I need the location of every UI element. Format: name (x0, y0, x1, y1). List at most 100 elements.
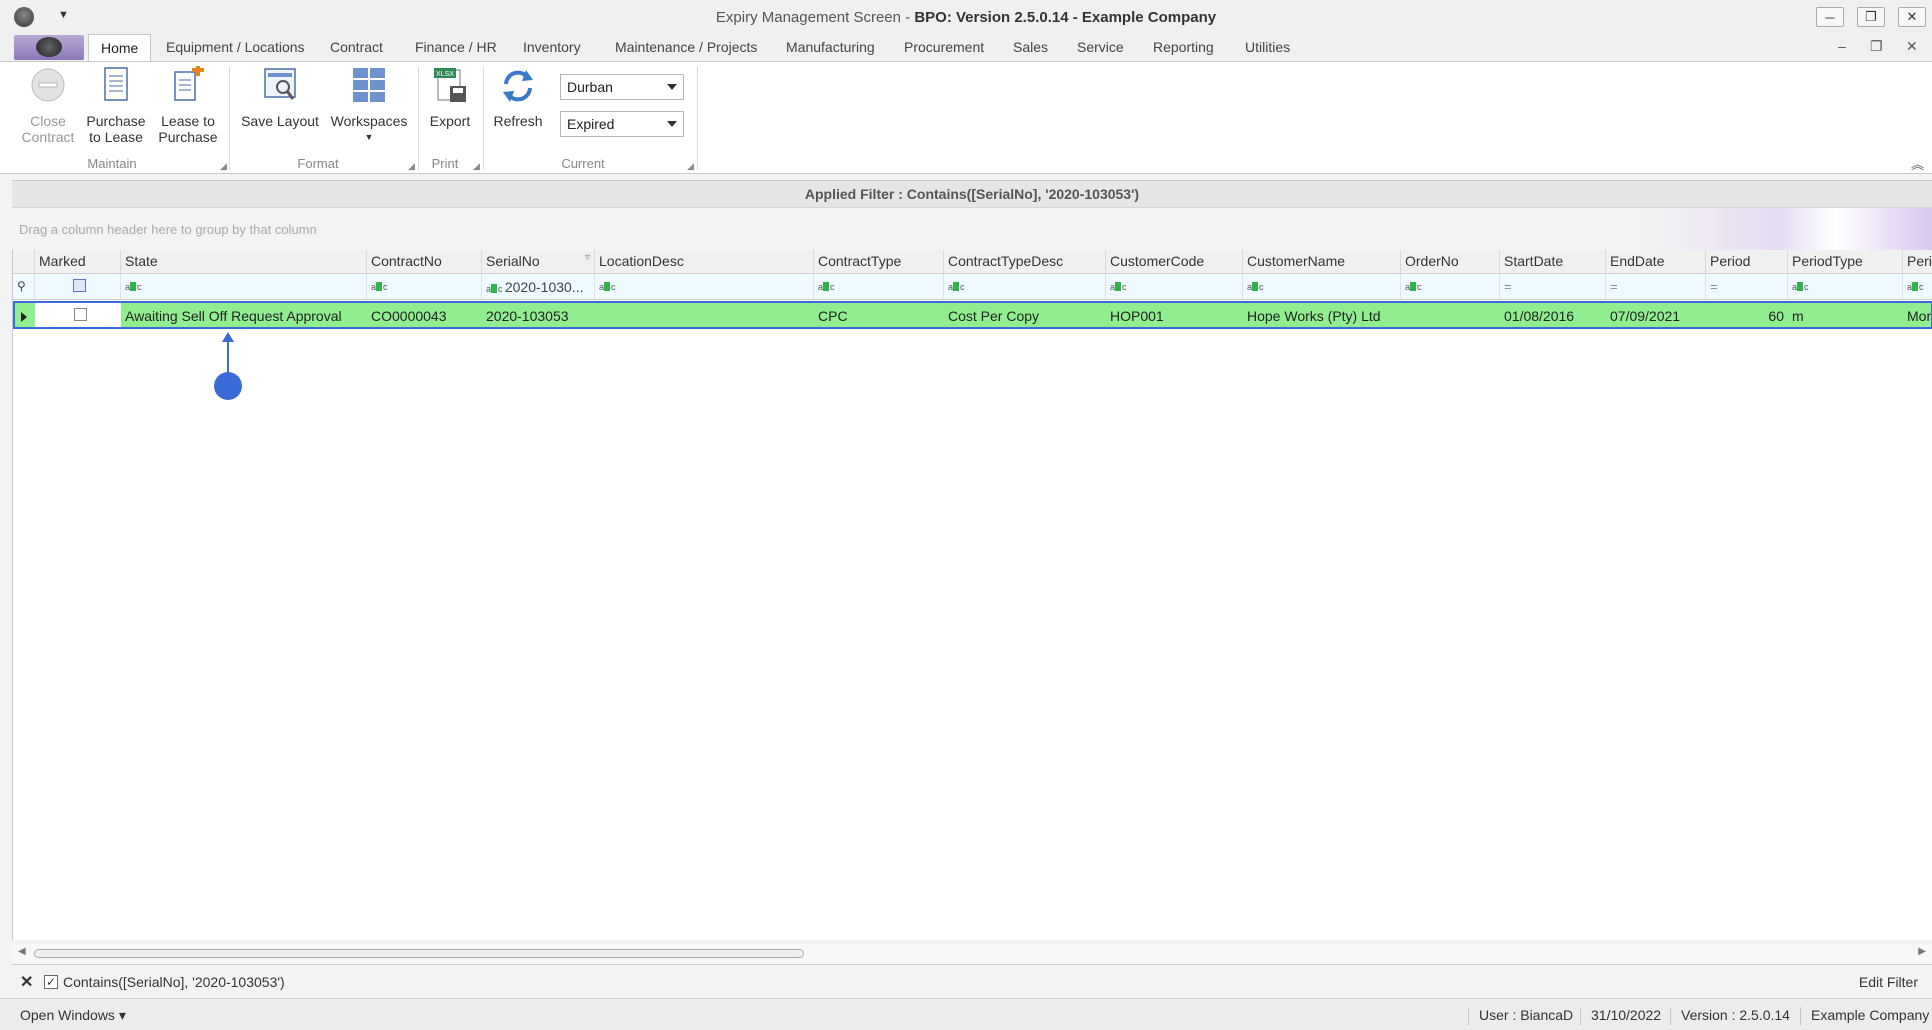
contracttype-filter-cell[interactable]: ac (814, 274, 944, 299)
equals-filter-icon: = (1610, 279, 1618, 294)
close-contract-button[interactable]: Close Contract (20, 66, 76, 145)
column-header-contractno[interactable]: ContractNo (367, 250, 482, 273)
column-header-contracttypedesc[interactable]: ContractTypeDesc (944, 250, 1106, 273)
customername-cell[interactable]: Hope Works (Pty) Ltd (1243, 303, 1401, 327)
tab-procurement[interactable]: Procurement (904, 39, 984, 55)
column-header-customercode[interactable]: CustomerCode (1106, 250, 1243, 273)
lease-to-purchase-button[interactable]: Lease to Purchase (156, 64, 220, 145)
marked-filter-cell[interactable] (35, 274, 121, 299)
tab-sales[interactable]: Sales (1013, 39, 1048, 55)
column-header-periodtype[interactable]: PeriodType (1788, 250, 1903, 273)
scroll-right-icon[interactable]: ▶ (1918, 946, 1926, 957)
contracttypedesc-cell[interactable]: Cost Per Copy (944, 303, 1106, 327)
mdi-minimize-button[interactable]: – (1838, 38, 1846, 54)
horizontal-scrollbar[interactable]: ◀ ▶ (12, 944, 1932, 962)
refresh-button[interactable]: Refresh (490, 66, 546, 129)
contractno-cell[interactable]: CO0000043 (367, 303, 482, 327)
maintain-launcher-icon[interactable]: ◢ (220, 161, 227, 172)
periodtype-cell[interactable]: m (1788, 303, 1903, 327)
collapse-ribbon-icon[interactable]: ︽ (1911, 154, 1924, 173)
filter-icon[interactable]: ▿ (585, 252, 590, 263)
marked-filter-checkbox[interactable] (73, 279, 86, 292)
column-header-startdate[interactable]: StartDate (1500, 250, 1606, 273)
export-button[interactable]: XLSX Export (424, 66, 476, 129)
locationdesc-filter-cell[interactable]: ac (595, 274, 814, 299)
period-cell[interactable]: 60 (1706, 303, 1788, 327)
enddate-cell[interactable]: 07/09/2021 (1606, 303, 1706, 327)
column-header-marked[interactable]: Marked (35, 250, 121, 273)
periodtype-filter-cell[interactable]: ac (1788, 274, 1903, 299)
open-windows-dropdown[interactable]: Open Windows ▾ (20, 1007, 126, 1024)
save-layout-button[interactable]: Save Layout (238, 66, 322, 129)
scroll-left-icon[interactable]: ◀ (18, 946, 26, 957)
group-by-panel[interactable]: Drag a column header here to group by th… (12, 208, 1932, 250)
clear-filter-icon[interactable]: ✕ (20, 972, 33, 992)
current-launcher-icon[interactable]: ◢ (687, 161, 694, 172)
column-header-enddate[interactable]: EndDate (1606, 250, 1706, 273)
tab-manufacturing[interactable]: Manufacturing (786, 39, 875, 55)
tab-contract[interactable]: Contract (330, 39, 383, 55)
marked-checkbox[interactable] (73, 308, 87, 321)
tab-reporting[interactable]: Reporting (1153, 39, 1214, 55)
startdate-cell[interactable]: 01/08/2016 (1500, 303, 1606, 327)
pointer-dot (214, 372, 242, 400)
location-dropdown[interactable]: Durban (560, 74, 684, 100)
purchase-to-lease-button[interactable]: Purchase to Lease (86, 66, 146, 145)
period-extra-filter-cell[interactable]: ac (1903, 274, 1932, 299)
group-label-print: Print (431, 156, 459, 171)
contracttypedesc-filter-cell[interactable]: ac (944, 274, 1106, 299)
filter-expression-link[interactable]: Contains([SerialNo], '2020-103053') (63, 974, 285, 990)
orderno-cell[interactable] (1401, 303, 1500, 327)
column-header-contracttype[interactable]: ContractType (814, 250, 944, 273)
serialno-filter-cell[interactable]: ac 2020-1030... (482, 274, 595, 299)
customercode-filter-cell[interactable]: ac (1106, 274, 1243, 299)
purchase-to-lease-label: Purchase to Lease (86, 113, 146, 145)
serialno-cell[interactable]: 2020-103053 (482, 303, 595, 327)
table-row[interactable]: Awaiting Sell Off Request Approval CO000… (13, 301, 1932, 329)
marked-cell[interactable] (35, 303, 121, 327)
period-extra-cell[interactable]: Mon (1903, 303, 1931, 327)
mdi-close-button[interactable]: ✕ (1906, 38, 1918, 55)
tab-utilities[interactable]: Utilities (1245, 39, 1290, 55)
close-button[interactable]: ✕ (1898, 7, 1926, 27)
contractno-filter-cell[interactable]: ac (367, 274, 482, 299)
column-header-period-extra[interactable]: Peri (1903, 250, 1932, 273)
tab-equipment-locations[interactable]: Equipment / Locations (166, 39, 305, 55)
tab-maintenance-projects[interactable]: Maintenance / Projects (615, 39, 757, 55)
restore-button[interactable]: ❐ (1857, 7, 1885, 27)
export-xlsx-icon: XLSX (434, 68, 466, 102)
column-header-locationdesc[interactable]: LocationDesc (595, 250, 814, 273)
group-label-current: Current (561, 156, 605, 171)
application-menu-button[interactable] (14, 35, 84, 60)
status-dropdown[interactable]: Expired (560, 111, 684, 137)
tab-service[interactable]: Service (1077, 39, 1124, 55)
enddate-filter-cell[interactable]: = (1606, 274, 1706, 299)
status-company: Example Company (1800, 1007, 1929, 1025)
column-header-customername[interactable]: CustomerName (1243, 250, 1401, 273)
column-header-serialno[interactable]: SerialNo ▿ (482, 250, 595, 273)
minimize-button[interactable]: ─ (1816, 7, 1844, 27)
column-header-state[interactable]: State (121, 250, 367, 273)
locationdesc-cell[interactable] (595, 303, 814, 327)
tab-inventory[interactable]: Inventory (523, 39, 581, 55)
column-header-orderno[interactable]: OrderNo (1401, 250, 1500, 273)
orderno-filter-cell[interactable]: ac (1401, 274, 1500, 299)
tab-finance-hr[interactable]: Finance / HR (415, 39, 497, 55)
customername-filter-cell[interactable]: ac (1243, 274, 1401, 299)
customercode-cell[interactable]: HOP001 (1106, 303, 1243, 327)
tab-home[interactable]: Home (88, 34, 152, 62)
startdate-filter-cell[interactable]: = (1500, 274, 1606, 299)
state-cell[interactable]: Awaiting Sell Off Request Approval (121, 303, 367, 327)
enable-filter-checkbox[interactable]: ✓ (44, 975, 58, 989)
print-launcher-icon[interactable]: ◢ (473, 161, 480, 172)
column-header-period[interactable]: Period (1706, 250, 1788, 273)
edit-filter-button[interactable]: Edit Filter (1859, 974, 1918, 990)
workspaces-button[interactable]: Workspaces ▼ (330, 66, 408, 145)
contracttype-cell[interactable]: CPC (814, 303, 944, 327)
mdi-restore-button[interactable]: ❐ (1870, 38, 1883, 55)
format-launcher-icon[interactable]: ◢ (408, 161, 415, 172)
filter-panel: ✕ ✓ Contains([SerialNo], '2020-103053') … (12, 964, 1932, 998)
scrollbar-thumb[interactable] (34, 949, 804, 958)
state-filter-cell[interactable]: ac (121, 274, 367, 299)
period-filter-cell[interactable]: = (1706, 274, 1788, 299)
